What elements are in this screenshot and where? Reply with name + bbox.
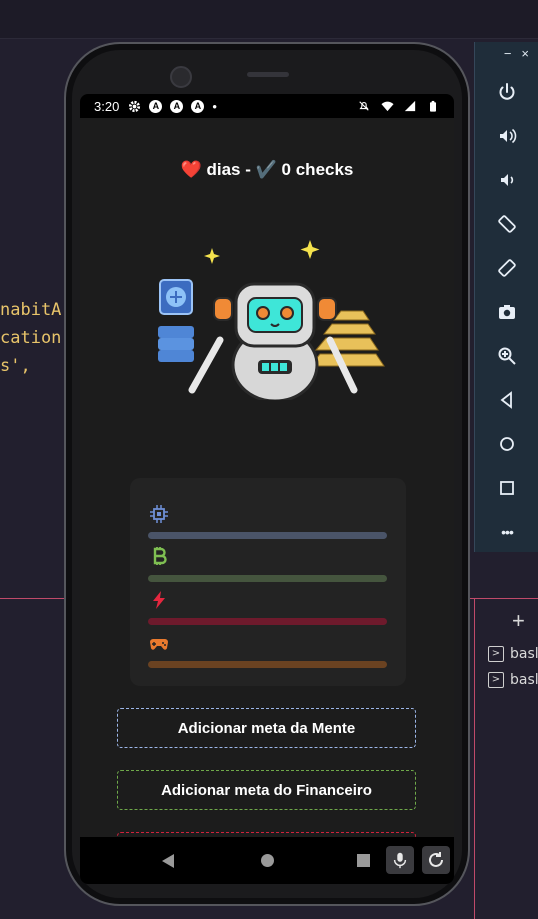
status-time: 3:20 <box>94 98 120 114</box>
mic-button[interactable] <box>386 846 414 874</box>
code-line: s', <box>0 356 31 376</box>
chip-icon <box>150 505 168 523</box>
terminal-session-label: basl <box>510 646 538 662</box>
home-button[interactable] <box>475 422 538 466</box>
bitcoin-icon <box>153 547 167 565</box>
new-terminal-button[interactable]: + <box>512 608 525 634</box>
battery-icon <box>426 99 440 113</box>
rotate-left-button[interactable] <box>475 202 538 246</box>
terminal-icon: > <box>488 646 504 662</box>
app-notification-icon: A <box>191 99 205 113</box>
power-button[interactable] <box>475 70 538 114</box>
terminal-session[interactable]: > basl <box>488 672 538 688</box>
back-icon <box>500 391 512 409</box>
checks-label: 0 checks <box>281 160 354 179</box>
volume-down-button[interactable] <box>475 158 538 202</box>
gamepad-icon <box>150 639 168 650</box>
heart-icon: ❤️ <box>180 160 202 179</box>
add-mind-goal-button[interactable]: Adicionar meta da Mente <box>117 708 416 748</box>
volume-down-icon <box>501 174 514 186</box>
terminal-icon: > <box>488 672 504 688</box>
code-line: nabitAr <box>0 300 72 320</box>
camera-icon <box>499 305 515 319</box>
power-icon <box>499 83 515 100</box>
more-notifications-dot: • <box>212 98 217 114</box>
add-finance-goal-button[interactable]: Adicionar meta do Financeiro <box>117 770 416 810</box>
mute-icon <box>357 99 371 113</box>
settings-icon <box>127 99 141 113</box>
close-button[interactable]: × <box>521 46 529 70</box>
minimize-button[interactable]: − <box>504 46 512 70</box>
home-nav-icon[interactable] <box>261 854 274 867</box>
more-icon: ••• <box>501 524 514 540</box>
terminal-session-label: basl <box>510 672 538 688</box>
speaker-grille <box>247 72 289 77</box>
emulator-control-panel: − × ••• <box>474 42 538 552</box>
microphone-icon <box>393 852 407 869</box>
screenshot-button[interactable] <box>475 290 538 334</box>
volume-up-button[interactable] <box>475 114 538 158</box>
rotate-right-icon <box>498 259 516 277</box>
app-notification-icon: A <box>149 99 163 113</box>
overview-icon <box>500 481 514 495</box>
energy-progress-bar <box>148 618 387 625</box>
lightning-icon <box>153 591 165 609</box>
terminal-session[interactable]: > basl <box>488 646 538 662</box>
navigation-bar <box>80 837 454 884</box>
terminal-divider <box>474 598 475 919</box>
fun-progress-bar <box>148 661 387 668</box>
assistant-button[interactable] <box>422 846 450 874</box>
rotate-right-button[interactable] <box>475 246 538 290</box>
back-button[interactable] <box>475 378 538 422</box>
status-bar: 3:20 A A A • <box>80 94 454 118</box>
zoom-button[interactable] <box>475 334 538 378</box>
finance-progress-bar <box>148 575 387 582</box>
app-notification-icon: A <box>170 99 184 113</box>
more-button[interactable]: ••• <box>475 510 538 554</box>
robot-illustration <box>158 240 385 400</box>
back-nav-icon[interactable] <box>162 854 174 868</box>
overview-button[interactable] <box>475 466 538 510</box>
code-line: cation <box>0 328 62 348</box>
rotate-left-icon <box>498 215 516 233</box>
mind-progress-bar <box>148 532 387 539</box>
check-icon: ✔️ <box>255 160 277 179</box>
volume-up-icon <box>500 128 517 144</box>
phone-screen: 3:20 A A A • ❤️ dias - ✔️ 0 checks Adici… <box>80 94 454 884</box>
home-icon <box>500 437 514 451</box>
zoom-icon <box>498 347 516 365</box>
stats-card <box>130 478 406 686</box>
camera-icon <box>170 66 192 88</box>
wifi-icon <box>380 99 394 113</box>
streak-header: ❤️ dias - ✔️ 0 checks <box>80 160 454 180</box>
signal-icon <box>403 99 417 113</box>
editor-tab-bar <box>0 0 538 39</box>
phone-frame: 3:20 A A A • ❤️ dias - ✔️ 0 checks Adici… <box>64 42 470 906</box>
days-label: dias - <box>206 160 251 179</box>
refresh-icon <box>429 852 443 867</box>
recents-nav-icon[interactable] <box>357 854 370 867</box>
